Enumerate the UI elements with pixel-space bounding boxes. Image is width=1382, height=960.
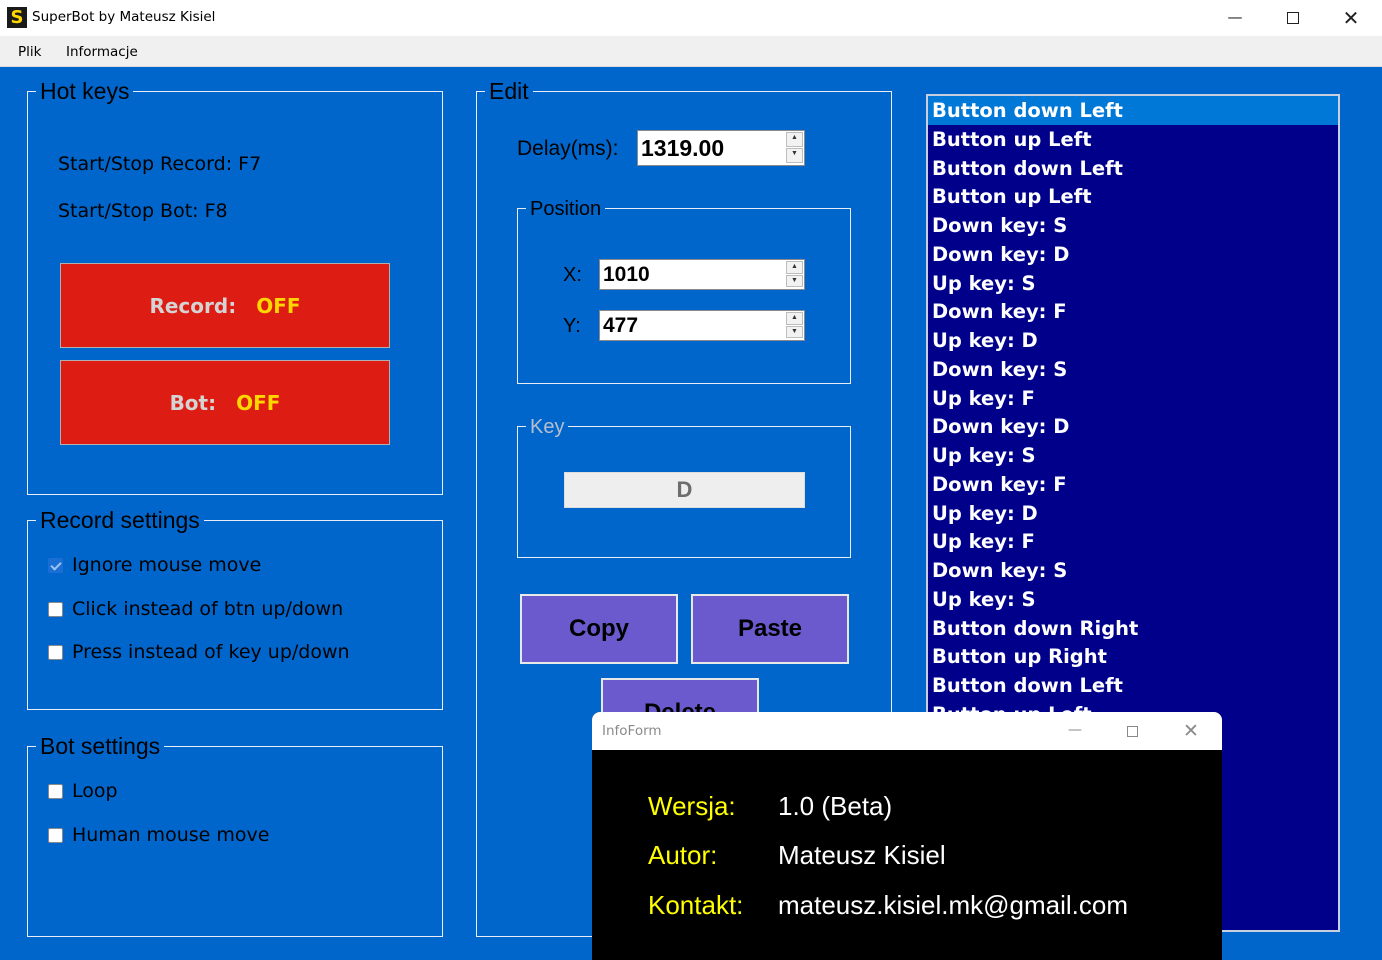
loop-option[interactable]: Loop — [48, 779, 118, 803]
delay-label: Delay(ms): — [517, 137, 619, 160]
event-list-item[interactable]: Up key: S — [928, 269, 1338, 298]
record-settings-title: Record settings — [36, 508, 204, 532]
record-state: OFF — [256, 293, 301, 318]
maximize-icon — [1287, 12, 1299, 24]
version-value: 1.0 (Beta) — [778, 791, 893, 821]
human-mouse-move-checkbox[interactable] — [48, 827, 63, 843]
y-decrement-icon[interactable]: ▼ — [786, 325, 803, 338]
key-button[interactable]: D — [564, 472, 805, 508]
loop-checkbox[interactable] — [48, 783, 63, 799]
loop-label: Loop — [72, 780, 118, 802]
event-list-item[interactable]: Up key: D — [928, 499, 1338, 528]
record-label: Record: — [149, 293, 237, 318]
record-settings-group: Record settings Ignore mouse move Click … — [27, 508, 443, 710]
info-close-button[interactable]: ✕ — [1162, 712, 1220, 750]
key-title: Key — [526, 415, 569, 439]
bot-hotkey-text: Start/Stop Bot: F8 — [58, 200, 228, 222]
ignore-mouse-move-label: Ignore mouse move — [72, 554, 262, 576]
event-list-item[interactable]: Down key: S — [928, 355, 1338, 384]
click-instead-label: Click instead of btn up/down — [72, 598, 344, 620]
event-list-item[interactable]: Down key: D — [928, 240, 1338, 269]
record-toggle-button[interactable]: Record: OFF — [60, 263, 390, 348]
press-instead-checkbox[interactable] — [48, 644, 63, 660]
delay-input[interactable]: 1319.00 ▲ ▼ — [637, 130, 805, 166]
event-list-item[interactable]: Up key: S — [928, 441, 1338, 470]
human-mouse-move-label: Human mouse move — [72, 824, 270, 846]
author-label: Autor: — [648, 840, 718, 870]
maximize-button[interactable] — [1264, 0, 1322, 36]
edit-title: Edit — [485, 79, 533, 103]
menu-plik[interactable]: Plik — [18, 44, 41, 60]
copy-button[interactable]: Copy — [520, 594, 678, 664]
info-maximize-icon — [1127, 726, 1138, 737]
event-list-item[interactable]: Up key: D — [928, 326, 1338, 355]
human-mouse-move-option[interactable]: Human mouse move — [48, 823, 269, 847]
y-value: 477 — [603, 314, 639, 337]
event-list-item[interactable]: Button down Left — [928, 671, 1338, 700]
paste-button[interactable]: Paste — [691, 594, 849, 664]
info-form-window: InfoForm — ✕ Wersja: 1.0 (Beta) Autor: M… — [592, 712, 1222, 960]
bot-state: OFF — [236, 390, 281, 415]
event-list-item[interactable]: Button up Left — [928, 125, 1338, 154]
delay-decrement-icon[interactable]: ▼ — [786, 148, 803, 163]
event-list-item[interactable]: Down key: S — [928, 556, 1338, 585]
delay-value: 1319.00 — [641, 135, 725, 161]
event-list-item[interactable]: Up key: S — [928, 585, 1338, 614]
close-button[interactable]: ✕ — [1322, 0, 1380, 36]
contact-value: mateusz.kisiel.mk@gmail.com — [778, 890, 1129, 920]
bot-toggle-button[interactable]: Bot: OFF — [60, 360, 390, 445]
event-list-item[interactable]: Down key: F — [928, 470, 1338, 499]
click-instead-checkbox[interactable] — [48, 601, 63, 617]
ignore-mouse-move-option[interactable]: Ignore mouse move — [48, 553, 261, 577]
menu-informacje[interactable]: Informacje — [66, 44, 138, 60]
author-value: Mateusz Kisiel — [778, 840, 946, 870]
bot-settings-group: Bot settings Loop Human mouse move — [27, 734, 443, 937]
info-maximize-button[interactable] — [1104, 712, 1162, 750]
click-instead-option[interactable]: Click instead of btn up/down — [48, 597, 343, 621]
event-list-item[interactable]: Down key: D — [928, 412, 1338, 441]
app-logo-icon: S — [7, 7, 27, 28]
bot-label: Bot: — [169, 390, 217, 415]
version-label: Wersja: — [648, 791, 736, 821]
press-instead-label: Press instead of key up/down — [72, 641, 350, 663]
minimize-button[interactable]: — — [1206, 0, 1264, 36]
event-list-item[interactable]: Down key: S — [928, 211, 1338, 240]
event-list-item[interactable]: Button down Left — [928, 96, 1338, 125]
bot-settings-title: Bot settings — [36, 734, 165, 758]
window-title: SuperBot by Mateusz Kisiel — [32, 9, 216, 25]
event-list-item[interactable]: Up key: F — [928, 527, 1338, 556]
hotkeys-group: Hot keys Start/Stop Record: F7 Start/Sto… — [27, 79, 443, 495]
position-title: Position — [526, 197, 606, 221]
info-minimize-button[interactable]: — — [1046, 712, 1104, 750]
y-increment-icon[interactable]: ▲ — [786, 312, 803, 325]
hotkeys-title: Hot keys — [36, 79, 134, 103]
y-label: Y: — [563, 315, 581, 337]
x-decrement-icon[interactable]: ▼ — [786, 274, 803, 287]
key-group: Key D — [517, 415, 851, 558]
event-list-items: Button down Left Button up Left Button dow… — [928, 96, 1338, 729]
title-bar: S SuperBot by Mateusz Kisiel — ✕ — [0, 0, 1382, 36]
press-instead-option[interactable]: Press instead of key up/down — [48, 640, 350, 664]
contact-label: Kontakt: — [648, 890, 744, 920]
info-form-title-bar: InfoForm — ✕ — [592, 712, 1222, 750]
x-increment-icon[interactable]: ▲ — [786, 261, 803, 274]
event-list-item[interactable]: Button down Left — [928, 154, 1338, 183]
x-value: 1010 — [603, 263, 650, 286]
event-list-item[interactable]: Button down Right — [928, 614, 1338, 643]
x-label: X: — [563, 264, 582, 286]
delay-increment-icon[interactable]: ▲ — [786, 132, 803, 147]
y-input[interactable]: 477 ▲ ▼ — [599, 310, 805, 341]
record-hotkey-text: Start/Stop Record: F7 — [58, 153, 262, 175]
event-list-item[interactable]: Down key: F — [928, 297, 1338, 326]
position-group: Position X: 1010 ▲ ▼ Y: 477 ▲ ▼ — [517, 197, 851, 384]
event-list-item[interactable]: Up key: F — [928, 384, 1338, 413]
ignore-mouse-move-checkbox[interactable] — [48, 557, 63, 573]
event-list-item[interactable]: Button up Right — [928, 642, 1338, 671]
info-form-title: InfoForm — [602, 723, 662, 739]
menu-bar: Plik Informacje — [0, 36, 1382, 67]
event-list-item[interactable]: Button up Left — [928, 182, 1338, 211]
x-input[interactable]: 1010 ▲ ▼ — [599, 259, 805, 290]
